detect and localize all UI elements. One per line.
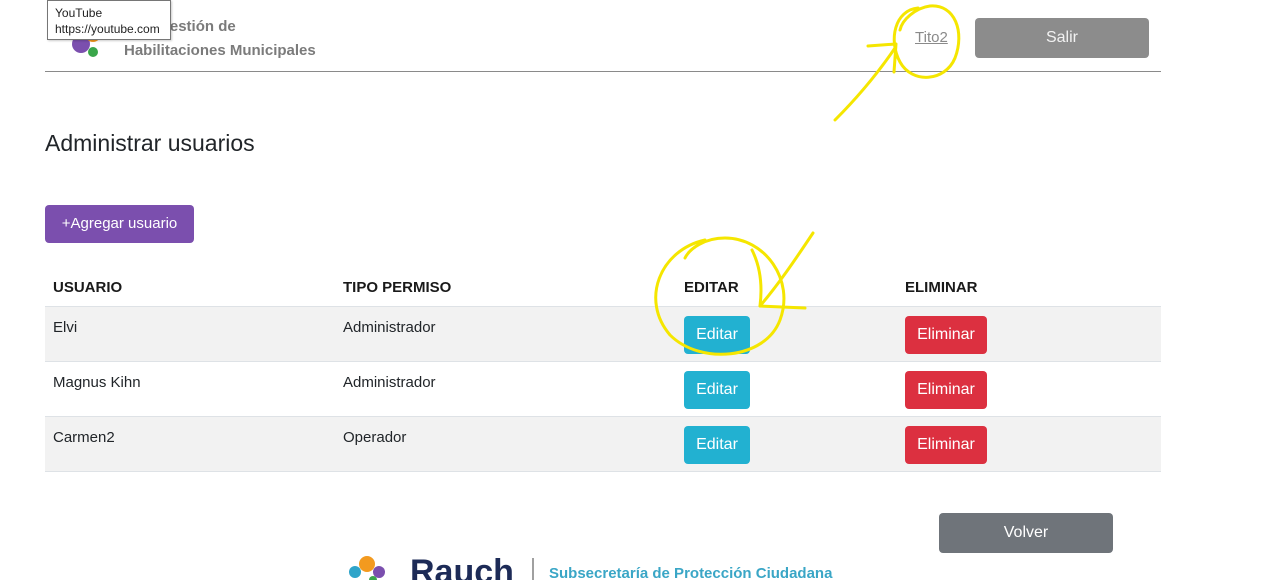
permission-type: Operador (343, 429, 407, 446)
column-header-edit: EDITAR (684, 279, 739, 296)
column-header-permission: TIPO PERMISO (343, 279, 452, 296)
page-title: Administrar usuarios (45, 130, 255, 156)
column-header-delete: ELIMINAR (905, 279, 978, 296)
user-name: Carmen2 (53, 429, 115, 446)
delete-button[interactable]: Eliminar (905, 426, 987, 464)
edit-button[interactable]: Editar (684, 426, 750, 464)
column-header-user: USUARIO (53, 279, 123, 296)
user-name: Magnus Kihn (53, 374, 141, 391)
table-row: Magnus Kihn Administrador Editar Elimina… (45, 362, 1161, 417)
tooltip-url: https://youtube.com (55, 22, 160, 36)
permission-type: Administrador (343, 374, 436, 391)
table-row: Elvi Administrador Editar Eliminar (45, 307, 1161, 362)
back-button[interactable]: Volver (939, 513, 1113, 553)
edit-button[interactable]: Editar (684, 371, 750, 409)
permission-type: Administrador (343, 319, 436, 336)
table-row: Carmen2 Operador Editar Eliminar (45, 417, 1161, 472)
user-name: Elvi (53, 319, 78, 336)
user-profile-link[interactable]: Tito2 (915, 29, 948, 46)
users-table: USUARIO TIPO PERMISO EDITAR ELIMINAR Elv… (45, 271, 1161, 472)
delete-button[interactable]: Eliminar (905, 371, 987, 409)
app-header: a de Gestión de Habilitaciones Municipal… (45, 0, 1161, 72)
rauch-logo-icon (349, 556, 385, 580)
delete-button[interactable]: Eliminar (905, 316, 987, 354)
footer-brand: Rauch (410, 553, 514, 580)
tooltip-title: YouTube (55, 6, 103, 20)
logout-button[interactable]: Salir (975, 18, 1149, 58)
footer-divider (532, 558, 534, 580)
footer-subtitle: Subsecretaría de Protección Ciudadana (549, 565, 833, 580)
edit-button[interactable]: Editar (684, 316, 750, 354)
table-header: USUARIO TIPO PERMISO EDITAR ELIMINAR (45, 271, 1161, 307)
add-user-button[interactable]: +Agregar usuario (45, 205, 194, 243)
link-tooltip: YouTube https://youtube.com (47, 0, 171, 40)
